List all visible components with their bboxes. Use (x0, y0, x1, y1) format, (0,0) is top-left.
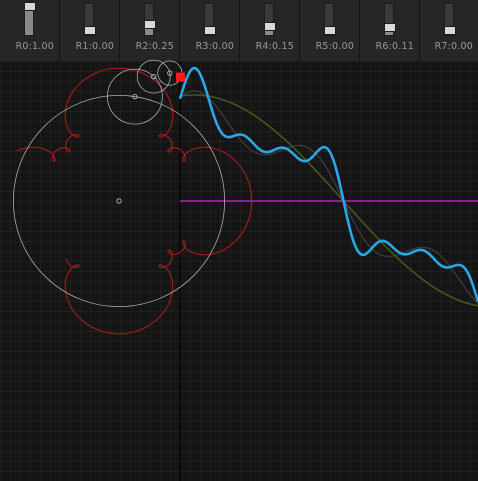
fourier-epicycle-app: R0:1.00 R1:0.00 R2:0.25 R3:0.00 R4:0.15 … (0, 0, 478, 481)
epicycles-group (13, 59, 225, 307)
drawing-canvas (13, 59, 478, 481)
epicycle-center-icon-0 (116, 198, 122, 204)
pen-point-icon (176, 72, 185, 82)
